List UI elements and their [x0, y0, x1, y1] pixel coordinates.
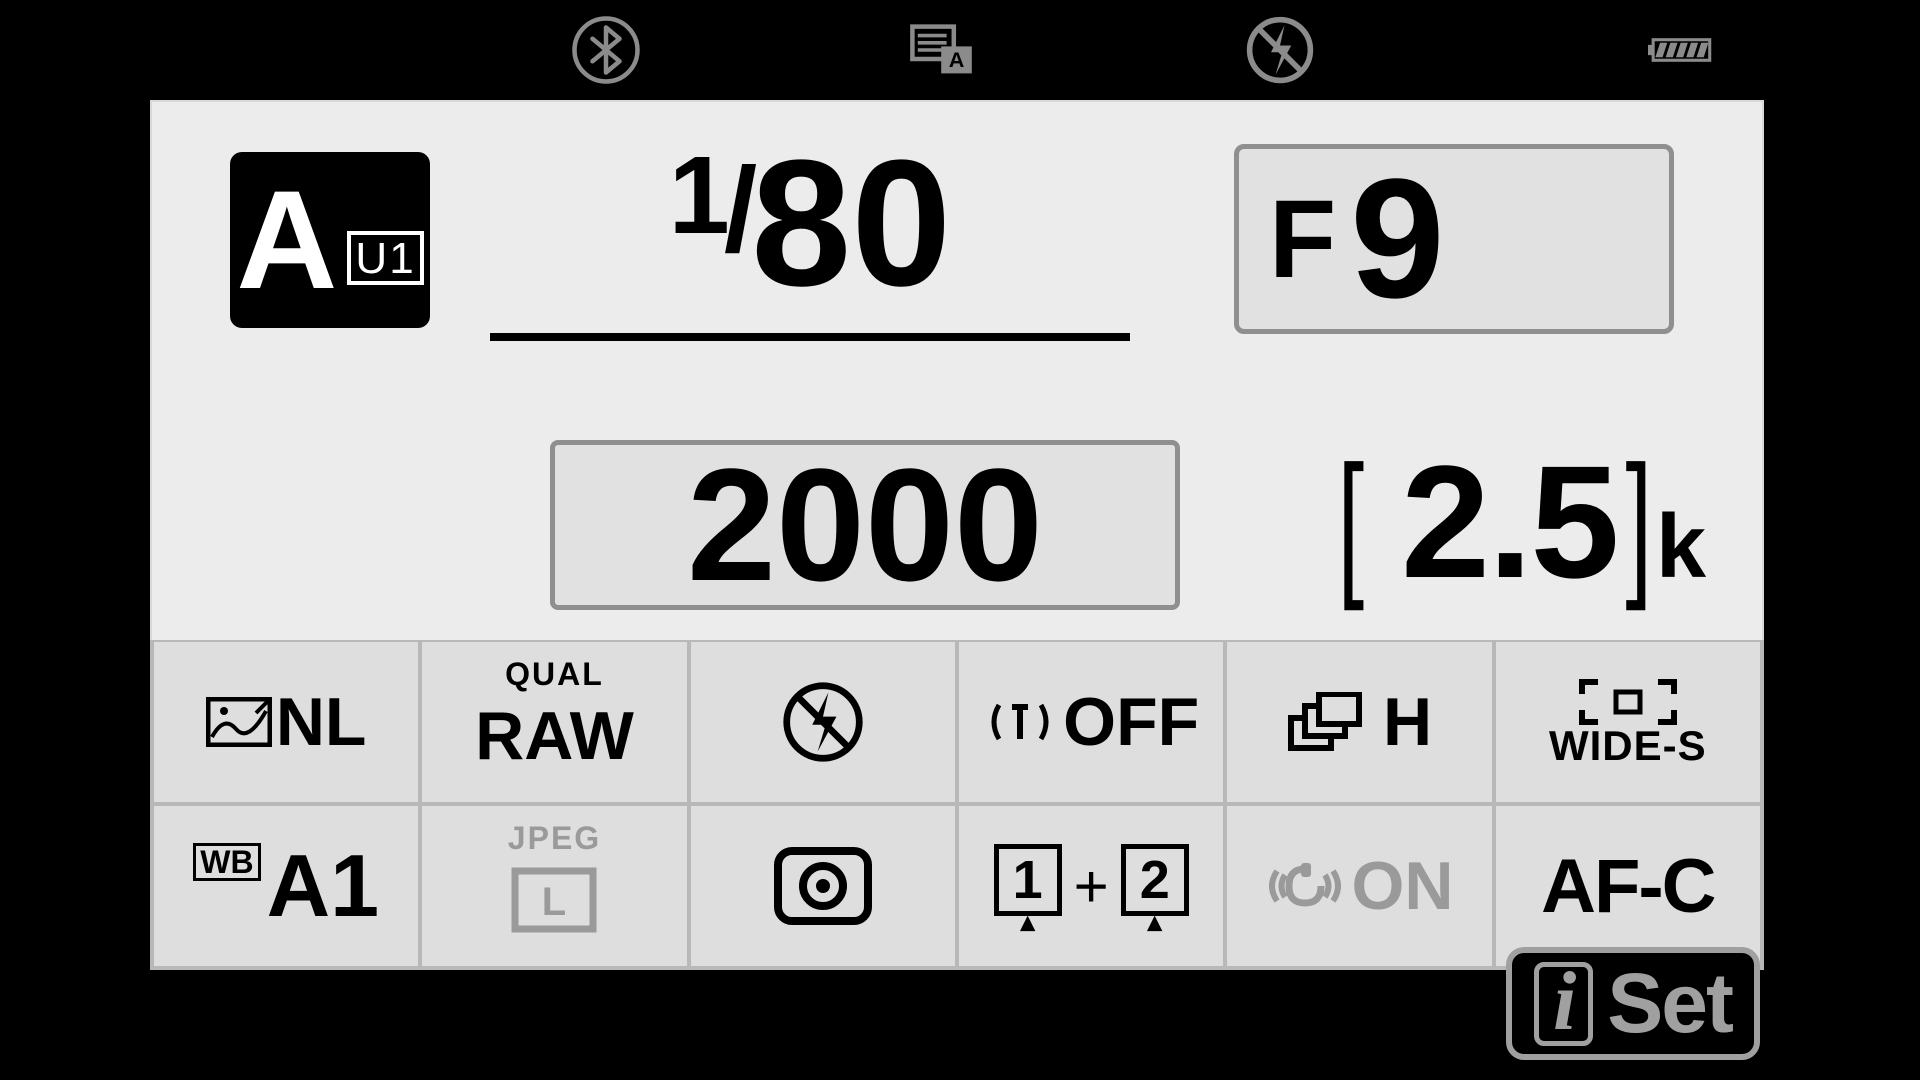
mode-letter: A — [236, 170, 339, 310]
metering-tile[interactable] — [691, 806, 955, 966]
slot-1: 1 ▴ — [994, 844, 1062, 927]
battery-icon — [1448, 14, 1920, 86]
vr-icon — [1265, 851, 1345, 921]
af-area-icon — [1578, 678, 1678, 726]
iso-readout[interactable]: 2000 — [550, 440, 1180, 610]
display-overlay-icon: A — [775, 14, 1112, 86]
bluetooth-icon — [438, 14, 775, 86]
svg-text:L: L — [542, 880, 566, 924]
white-balance-tile[interactable]: WB A1 — [154, 806, 418, 966]
status-bar: A — [0, 0, 1920, 100]
antenna-icon — [983, 693, 1057, 751]
burst-icon — [1287, 692, 1367, 752]
shots-remaining: [ 2.5 ] k — [1329, 430, 1704, 614]
aperture-readout[interactable]: F 9 — [1234, 144, 1674, 334]
flash-mode-tile[interactable] — [691, 642, 955, 802]
i-set-button[interactable]: i Set — [1506, 947, 1760, 1060]
flash-off-icon — [1112, 14, 1449, 86]
vr-tile[interactable]: ON — [1227, 806, 1491, 966]
info-panel: A U1 1/80 F 9 2000 [ 2.5 ] k — [150, 100, 1764, 970]
set-label: Set — [1607, 955, 1732, 1052]
user-setting-badge: U1 — [347, 231, 423, 285]
release-mode-tile[interactable]: H — [1227, 642, 1491, 802]
card-slot-tile[interactable]: 1 ▴ + 2 ▴ — [959, 806, 1223, 966]
shooting-mode-indicator: A U1 — [230, 152, 430, 328]
image-size-icon: L — [509, 865, 599, 935]
jpeg-size-tile[interactable]: JPEG L — [422, 806, 686, 966]
flash-off-icon — [780, 679, 866, 765]
i-icon: i — [1534, 962, 1593, 1046]
settings-grid: NL QUAL RAW OFF — [150, 640, 1764, 970]
metering-icon — [768, 841, 878, 931]
wireless-tile[interactable]: OFF — [959, 642, 1223, 802]
focus-mode-tile[interactable]: AF-C — [1496, 806, 1760, 966]
af-area-tile[interactable]: WIDE-S — [1496, 642, 1760, 802]
image-quality-raw-tile[interactable]: QUAL RAW — [422, 642, 686, 802]
shutter-speed-readout: 1/80 — [490, 120, 1130, 341]
svg-text:A: A — [949, 47, 965, 72]
slot-2: 2 ▴ — [1121, 844, 1189, 927]
picture-control-value: NL — [276, 683, 367, 761]
picture-control-tile[interactable]: NL — [154, 642, 418, 802]
wb-prefix: WB — [193, 843, 260, 881]
